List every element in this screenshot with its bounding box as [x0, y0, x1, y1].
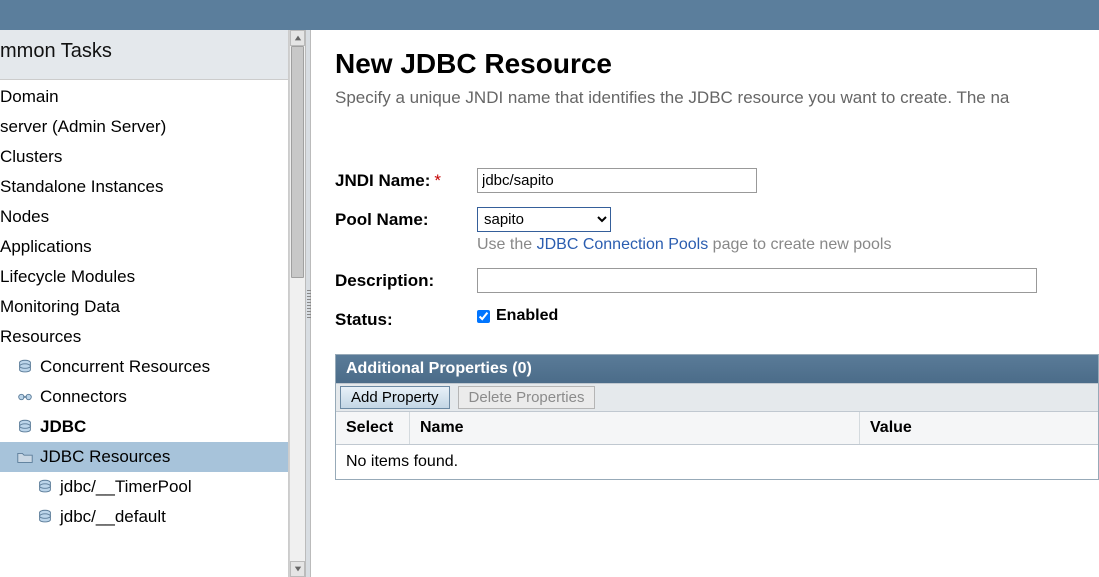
- properties-table-header: Select Name Value: [336, 412, 1098, 445]
- db-icon: [16, 418, 34, 436]
- status-label: Status:: [335, 307, 477, 330]
- col-value: Value: [860, 412, 1098, 444]
- splitter-grip-icon: [307, 290, 311, 318]
- nav-item-jdbc-default[interactable]: jdbc/__default: [0, 502, 288, 532]
- sidebar-heading: mmon Tasks: [0, 30, 288, 80]
- nav-item-label: Applications: [0, 237, 92, 257]
- top-bar: [0, 0, 1099, 30]
- col-name: Name: [410, 412, 860, 444]
- additional-properties-panel: Additional Properties (0) Add Property D…: [335, 354, 1099, 480]
- page-description: Specify a unique JNDI name that identifi…: [335, 88, 1099, 108]
- panel-toolbar: Add Property Delete Properties: [336, 383, 1098, 412]
- nav-item-domain[interactable]: Domain: [0, 82, 288, 112]
- pool-name-label: Pool Name:: [335, 207, 477, 230]
- folder-icon: [16, 448, 34, 466]
- nav-item-label: Resources: [0, 327, 81, 347]
- scroll-down-button[interactable]: [290, 561, 305, 577]
- nav-item-label: Standalone Instances: [0, 177, 164, 197]
- jdbc-connection-pools-link[interactable]: JDBC Connection Pools: [537, 236, 709, 253]
- nav-item-label: Monitoring Data: [0, 297, 120, 317]
- db-icon: [36, 508, 54, 526]
- description-label: Description:: [335, 268, 477, 291]
- nav-item-lifecycle-modules[interactable]: Lifecycle Modules: [0, 262, 288, 292]
- splitter-handle[interactable]: [305, 30, 311, 577]
- nav-item-connectors[interactable]: Connectors: [0, 382, 288, 412]
- nav-sidebar: mmon Tasks Domain server (Admin Server) Cl…: [0, 30, 289, 577]
- status-enabled-label[interactable]: Enabled: [477, 307, 558, 325]
- nav-item-label: Lifecycle Modules: [0, 267, 135, 287]
- status-enabled-checkbox[interactable]: [477, 310, 490, 323]
- scroll-track[interactable]: [290, 46, 305, 561]
- nav-item-label: Domain: [0, 87, 59, 107]
- add-property-button[interactable]: Add Property: [340, 386, 450, 409]
- nav-item-nodes[interactable]: Nodes: [0, 202, 288, 232]
- nav-item-jdbc-resources[interactable]: JDBC Resources: [0, 442, 288, 472]
- scroll-thumb[interactable]: [291, 46, 304, 278]
- nav-item-concurrent-resources[interactable]: Concurrent Resources: [0, 352, 288, 382]
- jndi-name-input[interactable]: [477, 168, 757, 193]
- main-content: New JDBC Resource Specify a unique JNDI …: [311, 30, 1099, 577]
- nav-item-label: jdbc/__TimerPool: [60, 477, 192, 497]
- nav-item-label: JDBC Resources: [40, 447, 170, 467]
- required-asterisk-icon: *: [434, 171, 441, 190]
- nav-item-label: Nodes: [0, 207, 49, 227]
- pool-hint: Use the JDBC Connection Pools page to cr…: [477, 236, 1099, 254]
- nav-item-label: server (Admin Server): [0, 117, 166, 137]
- nav-item-standalone-instances[interactable]: Standalone Instances: [0, 172, 288, 202]
- nav-item-clusters[interactable]: Clusters: [0, 142, 288, 172]
- pool-name-select[interactable]: sapito: [477, 207, 611, 232]
- nav-item-jdbc[interactable]: JDBC: [0, 412, 288, 442]
- nav-tree: Domain server (Admin Server) Clusters Stand…: [0, 80, 288, 532]
- nav-item-label: Concurrent Resources: [40, 357, 210, 377]
- delete-properties-button: Delete Properties: [458, 386, 596, 409]
- panel-title: Additional Properties (0): [336, 355, 1098, 383]
- jdbc-resource-form: JNDI Name:* Pool Name: sapito Use the JD…: [335, 168, 1099, 330]
- db-icon: [36, 478, 54, 496]
- nav-item-resources[interactable]: Resources: [0, 322, 288, 352]
- col-select: Select: [336, 412, 410, 444]
- properties-empty-message: No items found.: [336, 445, 1098, 479]
- db-icon: [16, 358, 34, 376]
- description-input[interactable]: [477, 268, 1037, 293]
- nav-item-monitoring-data[interactable]: Monitoring Data: [0, 292, 288, 322]
- nav-item-label: jdbc/__default: [60, 507, 166, 527]
- page-title: New JDBC Resource: [335, 48, 1099, 80]
- nav-item-label: Connectors: [40, 387, 127, 407]
- nav-item-label: Clusters: [0, 147, 62, 167]
- nav-item-label: JDBC: [40, 417, 86, 437]
- nav-item-jdbc-timerpool[interactable]: jdbc/__TimerPool: [0, 472, 288, 502]
- connector-icon: [16, 388, 34, 406]
- nav-item-server-admin-server[interactable]: server (Admin Server): [0, 112, 288, 142]
- sidebar-scrollbar[interactable]: [289, 30, 305, 577]
- scroll-up-button[interactable]: [290, 30, 305, 46]
- nav-item-applications[interactable]: Applications: [0, 232, 288, 262]
- jndi-name-label: JNDI Name:*: [335, 168, 477, 191]
